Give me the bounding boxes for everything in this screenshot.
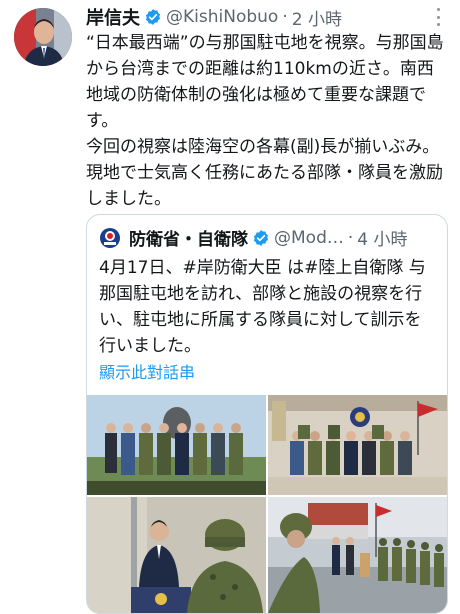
photo-group-outdoor[interactable] <box>87 395 266 495</box>
quoted-author-name[interactable]: 防衛省・自衛隊 <box>129 225 248 250</box>
show-thread-link[interactable]: 顯示此對話串 <box>99 359 195 383</box>
more-options-icon[interactable] <box>430 6 446 28</box>
quoted-verified-badge-icon <box>252 229 270 247</box>
author-handle[interactable]: @KishiNobuo <box>166 7 278 27</box>
quoted-timestamp[interactable]: 4 小時 <box>357 225 407 250</box>
photo-speech-podium[interactable] <box>87 497 266 613</box>
tweet-timestamp[interactable]: 2 小時 <box>292 5 342 30</box>
photo-troop-formation[interactable] <box>268 497 447 613</box>
quoted-separator: · <box>347 227 354 248</box>
tweet-header: 岸信夫 @KishiNobuo · 2 小時 <box>86 4 448 30</box>
quoted-author-handle[interactable]: @Mod… <box>274 228 344 248</box>
photo-group-indoor[interactable] <box>268 395 447 495</box>
header-separator: · <box>282 7 288 27</box>
quoted-text: 4月17日、#岸防衛大臣 は#陸上自衛隊 与那国駐屯地を訪れ、部隊と施設の視察を… <box>99 258 426 356</box>
verified-badge-icon <box>144 8 162 26</box>
ministry-logo <box>99 226 121 249</box>
author-avatar[interactable] <box>14 8 72 66</box>
tweet-text: “日本最西端”の与那国駐屯地を視察。与那国島から台湾までの距離は約110kmの近… <box>86 33 444 209</box>
quoted-header: 防衛省・自衛隊 @Mod… · 4 小時 <box>99 225 437 250</box>
author-name[interactable]: 岸信夫 <box>86 4 140 30</box>
photo-grid <box>87 395 447 613</box>
quoted-tweet[interactable]: 防衛省・自衛隊 @Mod… · 4 小時 4月17日、#岸防衛大臣 は#陸上自衛… <box>86 214 448 614</box>
